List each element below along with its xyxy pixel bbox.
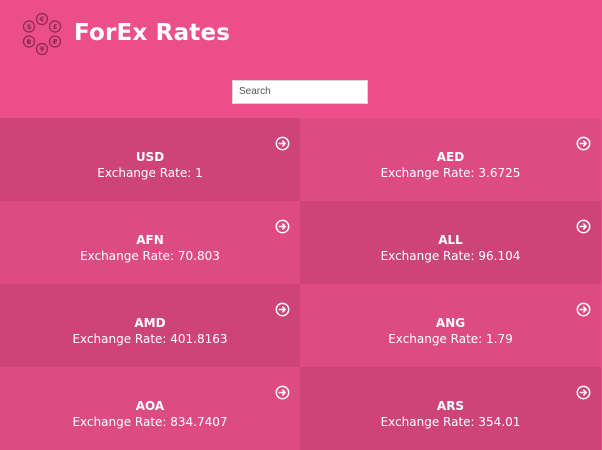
currency-code: ALL — [438, 232, 463, 247]
exchange-rate: Exchange Rate: 3.6725 — [380, 165, 521, 180]
logo-symbol: ₽ — [53, 38, 58, 46]
logo-symbol: € — [39, 16, 45, 24]
currency-grid: USD Exchange Rate: 1 AED Exchange Rate: … — [0, 118, 601, 450]
currency-card-usd[interactable]: USD Exchange Rate: 1 — [0, 118, 300, 201]
logo-symbol: ¥ — [40, 46, 45, 54]
currency-card-aed[interactable]: AED Exchange Rate: 3.6725 — [300, 118, 601, 201]
exchange-rate: Exchange Rate: 834.7407 — [72, 414, 228, 429]
currency-code: AED — [436, 149, 465, 164]
currency-card-ang[interactable]: ANG Exchange Rate: 1.79 — [300, 284, 601, 367]
arrow-circle-right-icon[interactable] — [275, 385, 290, 400]
exchange-rate: Exchange Rate: 401.8163 — [72, 331, 228, 346]
currency-card-afn[interactable]: AFN Exchange Rate: 70.803 — [0, 201, 300, 284]
arrow-circle-right-icon[interactable] — [275, 302, 290, 317]
logo-symbol: $ — [27, 23, 32, 31]
exchange-rate: Exchange Rate: 70.803 — [80, 248, 220, 263]
search-input[interactable] — [232, 79, 368, 104]
exchange-rate: Exchange Rate: 1.79 — [388, 331, 513, 346]
currency-code: USD — [135, 149, 165, 164]
arrow-circle-right-icon[interactable] — [275, 136, 290, 151]
arrow-circle-right-icon[interactable] — [576, 136, 591, 151]
logo-symbol: £ — [53, 23, 58, 31]
currency-code: AMD — [134, 315, 166, 330]
currency-card-ars[interactable]: ARS Exchange Rate: 354.01 — [300, 367, 601, 450]
currency-code: ARS — [436, 398, 465, 413]
arrow-circle-right-icon[interactable] — [576, 302, 591, 317]
currency-card-all[interactable]: ALL Exchange Rate: 96.104 — [300, 201, 601, 284]
arrow-circle-right-icon[interactable] — [576, 219, 591, 234]
logo-symbol: ฿ — [27, 38, 32, 46]
currency-code: AFN — [136, 232, 164, 247]
app-title: ForEx Rates — [74, 20, 231, 46]
currency-card-amd[interactable]: AMD Exchange Rate: 401.8163 — [0, 284, 300, 367]
currency-code: ANG — [435, 315, 466, 330]
app-header: € £ ₽ ¥ ฿ $ ForEx Rates — [0, 0, 602, 118]
exchange-rate: Exchange Rate: 354.01 — [380, 414, 521, 429]
arrow-circle-right-icon[interactable] — [576, 385, 591, 400]
arrow-circle-right-icon[interactable] — [275, 219, 290, 234]
currency-card-aoa[interactable]: AOA Exchange Rate: 834.7407 — [0, 367, 300, 450]
currency-coins-icon: € £ ₽ ¥ ฿ $ — [22, 12, 62, 56]
forex-app: € £ ₽ ¥ ฿ $ ForEx Rates USD Exchange Rat… — [0, 0, 602, 450]
currency-code: AOA — [135, 398, 165, 413]
exchange-rate: Exchange Rate: 96.104 — [380, 248, 521, 263]
exchange-rate: Exchange Rate: 1 — [97, 165, 203, 180]
search-box — [232, 79, 368, 104]
